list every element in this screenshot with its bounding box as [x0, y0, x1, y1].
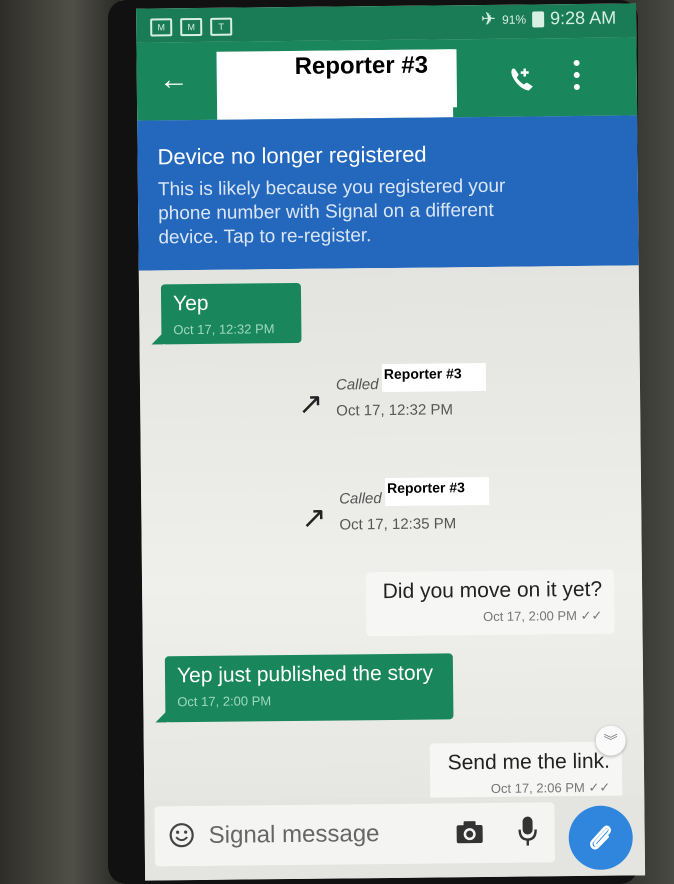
mail-notification-icon: M [180, 17, 203, 37]
mail-notification-icon: M [150, 18, 173, 37]
outgoing-call-arrow-icon: ↗ [301, 501, 327, 535]
message-timestamp: Oct 17, 2:00 PM ✓✓ [482, 607, 603, 625]
calendar-notification-icon: T [210, 17, 233, 36]
delivered-check-icon: ✓✓ [580, 607, 603, 623]
call-timestamp: Oct 17, 12:35 PM [339, 515, 457, 534]
status-right: ✈ 91% 9:28 AM [481, 8, 616, 30]
camera-icon[interactable] [455, 819, 485, 845]
banner-title: Device no longer registered [157, 141, 427, 170]
outgoing-message[interactable]: Send me the link. Oct 17, 2:06 PM ✓✓ [429, 741, 623, 804]
paperclip-icon [590, 825, 611, 850]
reregister-banner[interactable]: Device no longer registered This is like… [137, 115, 639, 271]
outgoing-call-arrow-icon: ↗ [297, 387, 324, 421]
message-list[interactable]: Yep Oct 17, 12:32 PM ↗ Called Reporter #… [138, 265, 645, 804]
status-bar: M M T ✈ 91% 9:28 AM [136, 3, 637, 43]
phone-screen: M M T ✈ 91% 9:28 AM ← Reporter #3 Device… [136, 3, 646, 881]
message-input[interactable] [208, 815, 439, 854]
compose-field[interactable] [154, 802, 555, 867]
call-label: Called [339, 490, 382, 508]
phone-call-icon[interactable] [507, 64, 537, 94]
overflow-menu-icon[interactable] [573, 59, 581, 91]
attach-button[interactable] [568, 805, 634, 871]
compose-bar [144, 795, 646, 881]
call-label: Called [335, 376, 379, 394]
photo-background-left [0, 0, 120, 884]
message-timestamp: Oct 17, 2:06 PM ✓✓ [490, 779, 611, 796]
delivered-check-icon: ✓✓ [588, 779, 611, 795]
call-contact-name: Reporter #3 [386, 479, 465, 497]
emoji-icon[interactable] [169, 822, 195, 848]
incoming-message[interactable]: Yep Oct 17, 12:32 PM [160, 282, 302, 345]
call-timestamp: Oct 17, 12:32 PM [336, 401, 454, 420]
incoming-message[interactable]: Yep just published the story Oct 17, 2:0… [164, 653, 454, 723]
microphone-icon[interactable] [516, 814, 538, 848]
message-timestamp: Oct 17, 12:32 PM [173, 321, 275, 338]
contact-name: Reporter #3 [294, 51, 429, 80]
message-timestamp: Oct 17, 2:00 PM [177, 693, 272, 710]
bubble-tail [151, 332, 164, 345]
message-text: Send me the link. [447, 749, 611, 775]
call-log-entry: ↗ Called Reporter #3 Oct 17, 12:32 PM [297, 362, 519, 433]
notification-icons: M M T [150, 17, 233, 37]
clock: 9:28 AM [549, 7, 617, 29]
conversation-header: ← Reporter #3 [136, 37, 638, 121]
battery-icon [532, 10, 545, 27]
bubble-tail [155, 710, 168, 723]
banner-text: This is likely because you registered yo… [157, 175, 506, 249]
back-arrow-icon[interactable]: ← [159, 60, 189, 100]
airplane-mode-icon: ✈ [480, 8, 497, 30]
message-text: Yep [172, 291, 209, 316]
scroll-to-bottom-icon[interactable]: ︾ [595, 725, 626, 756]
battery-percent: 91% [501, 12, 527, 27]
outgoing-message[interactable]: Did you move on it yet? Oct 17, 2:00 PM … [365, 569, 615, 637]
message-text: Did you move on it yet? [382, 577, 603, 604]
call-log-entry: ↗ Called Reporter #3 Oct 17, 12:35 PM [301, 476, 522, 547]
message-text: Yep just published the story [176, 661, 434, 688]
call-contact-name: Reporter #3 [383, 365, 462, 383]
